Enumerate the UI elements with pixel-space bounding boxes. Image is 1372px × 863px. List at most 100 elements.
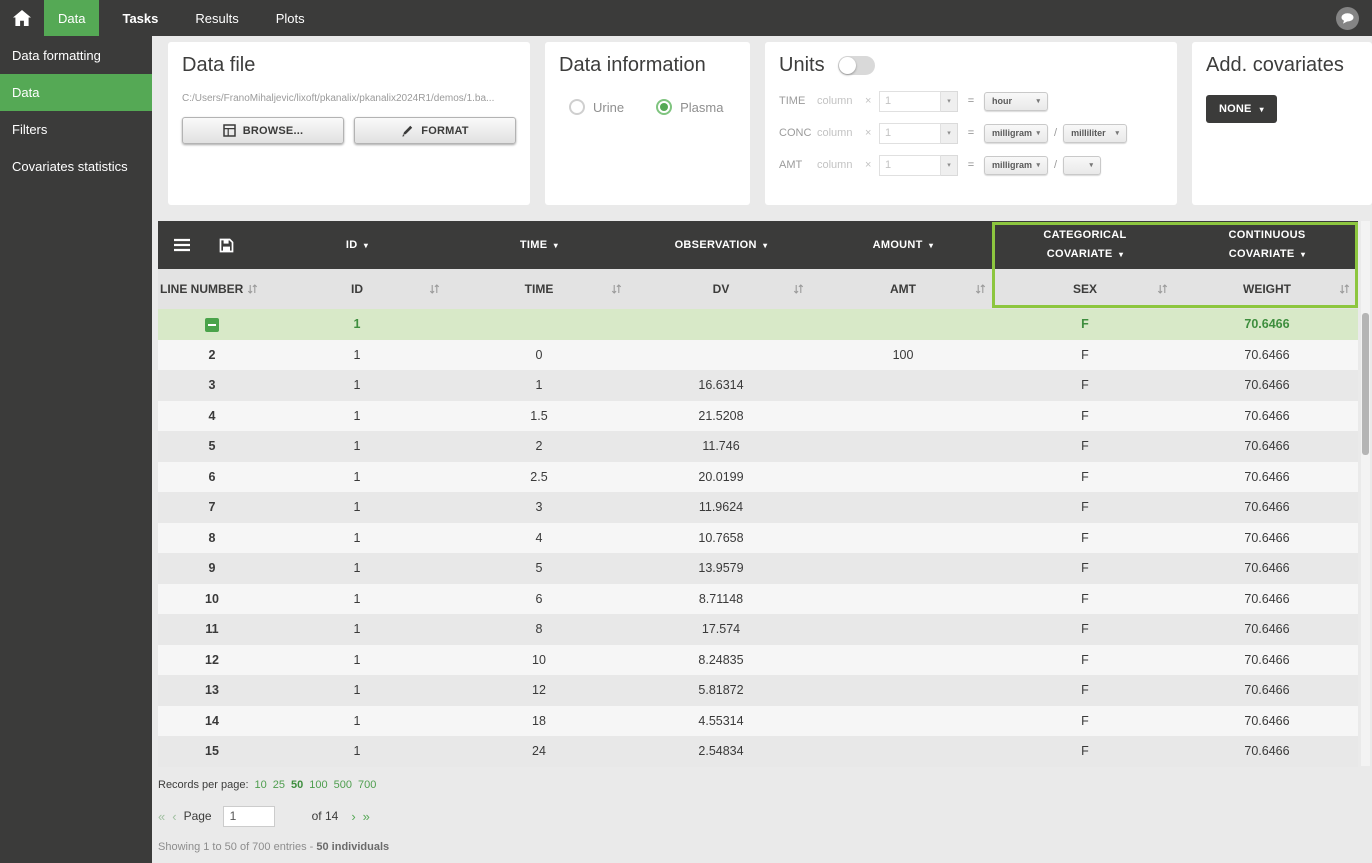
cell-sex: F (994, 348, 1176, 362)
page-size-700[interactable]: 700 (358, 779, 376, 791)
table-row[interactable]: 12 1 10 8.24835 F 70.6466 (158, 645, 1358, 676)
header-continuous-covariate-menu[interactable]: CONTINUOUSCOVARIATE ▾ (1176, 226, 1358, 263)
page-size-50[interactable]: 50 (291, 779, 303, 791)
cell-line-number: 8 (158, 531, 266, 545)
column-header-id[interactable]: ID (266, 282, 448, 296)
unit-select-dropdown[interactable]: milligram▾ (984, 124, 1048, 143)
format-button[interactable]: FORMAT (354, 117, 516, 144)
unit-select-dropdown[interactable]: milliliter▾ (1063, 124, 1127, 143)
cell-id: 1 (266, 714, 448, 728)
sort-icon[interactable] (247, 284, 258, 295)
covariates-select-label: NONE (1219, 103, 1252, 115)
unit-multiplier-dropdown[interactable]: ▾ (941, 123, 958, 144)
table-row[interactable]: 6 1 2.5 20.0199 F 70.6466 (158, 462, 1358, 493)
header-amount-menu[interactable]: AMOUNT ▾ (812, 236, 994, 255)
cell-dv: 17.574 (630, 622, 812, 636)
column-header-time[interactable]: TIME (448, 282, 630, 296)
cell-dv: 8.71148 (630, 592, 812, 606)
sidebar-item-data[interactable]: Data (0, 74, 152, 111)
cell-time: 2 (448, 439, 630, 453)
page-size-500[interactable]: 500 (334, 779, 352, 791)
unit-select-dropdown[interactable]: milligram▾ (984, 156, 1048, 175)
table-subheader-row: LINE NUMBERIDTIMEDV AMT SEX WEIGHT (158, 269, 1358, 309)
prev-page-button[interactable]: ‹ (172, 809, 176, 824)
page-size-100[interactable]: 100 (309, 779, 327, 791)
table-row[interactable]: 15 1 24 2.54834 F 70.6466 (158, 736, 1358, 767)
sidebar-item-filters[interactable]: Filters (0, 111, 152, 148)
table-row[interactable]: 9 1 5 13.9579 F 70.6466 (158, 553, 1358, 584)
table-row[interactable]: 1 F 70.6466 (158, 309, 1358, 340)
caret-down-icon: ▾ (1036, 161, 1040, 169)
column-header-amt[interactable]: AMT (812, 282, 994, 296)
browse-button[interactable]: BROWSE... (182, 117, 344, 144)
unit-label: CONC (779, 127, 817, 139)
unit-multiplier-dropdown[interactable]: ▾ (941, 155, 958, 176)
sidebar-item-covariates-statistics[interactable]: Covariates statistics (0, 148, 152, 185)
tab-data[interactable]: Data (44, 0, 99, 36)
page-size-10[interactable]: 10 (255, 779, 267, 791)
table-row[interactable]: 11 1 8 17.574 F 70.6466 (158, 614, 1358, 645)
feedback-button[interactable] (1336, 7, 1359, 30)
equals-sign: = (958, 127, 984, 139)
table-row[interactable]: 10 1 6 8.71148 F 70.6466 (158, 584, 1358, 615)
cell-time: 24 (448, 744, 630, 758)
scrollbar-thumb[interactable] (1362, 313, 1369, 455)
table-row[interactable]: 5 1 2 11.746 F 70.6466 (158, 431, 1358, 462)
column-header-label: AMT (890, 282, 916, 296)
tab-plots[interactable]: Plots (262, 0, 319, 36)
header-categorical-covariate-menu[interactable]: CATEGORICALCOVARIATE ▾ (994, 226, 1176, 263)
sort-icon[interactable] (793, 284, 804, 295)
unit-multiplier-input[interactable] (879, 91, 941, 112)
column-header-dv[interactable]: DV (630, 282, 812, 296)
home-button[interactable] (0, 0, 44, 36)
header-observation-menu[interactable]: OBSERVATION ▾ (630, 236, 812, 255)
caret-down-icon: ▾ (763, 241, 767, 250)
last-page-button[interactable]: » (363, 809, 370, 824)
unit-multiplier-input[interactable] (879, 123, 941, 144)
unit-multiplier-dropdown[interactable]: ▾ (941, 91, 958, 112)
table-row[interactable]: 4 1 1.5 21.5208 F 70.6466 (158, 401, 1358, 432)
first-page-button[interactable]: « (158, 809, 165, 824)
page-number-input[interactable] (223, 806, 275, 827)
radio-urine[interactable]: Urine (569, 99, 624, 115)
table-row[interactable]: 2 1 0 100 F 70.6466 (158, 340, 1358, 371)
menu-icon[interactable] (173, 238, 191, 252)
table-row[interactable]: 13 1 12 5.81872 F 70.6466 (158, 675, 1358, 706)
header-id-menu[interactable]: ID ▾ (266, 236, 448, 255)
next-page-button[interactable]: › (351, 809, 355, 824)
home-icon (13, 10, 31, 26)
units-rows: TIMEcolumn×▾=hour▾CONCcolumn×▾=milligram… (779, 89, 1163, 177)
equals-sign: = (958, 95, 984, 107)
table-row[interactable]: 3 1 1 16.6314 F 70.6466 (158, 370, 1358, 401)
save-icon[interactable] (219, 238, 234, 253)
table-row[interactable]: 7 1 3 11.9624 F 70.6466 (158, 492, 1358, 523)
covariates-select-button[interactable]: NONE ▾ (1206, 95, 1277, 123)
column-header-weight[interactable]: WEIGHT (1176, 282, 1358, 296)
table-scrollbar[interactable] (1361, 221, 1370, 766)
header-time-menu[interactable]: TIME ▾ (448, 236, 630, 255)
column-header-label: WEIGHT (1243, 282, 1291, 296)
cell-sex: F (994, 439, 1176, 453)
radio-plasma[interactable]: Plasma (656, 99, 723, 115)
unit-multiplier-input[interactable] (879, 155, 941, 176)
cell-line-number: 5 (158, 439, 266, 453)
table-row[interactable]: 8 1 4 10.7658 F 70.6466 (158, 523, 1358, 554)
unit-select-dropdown[interactable]: hour▾ (984, 92, 1048, 111)
tab-tasks[interactable]: Tasks (108, 0, 172, 36)
records-per-page-label: Records per page: (158, 779, 249, 791)
collapse-row-icon[interactable] (205, 318, 219, 332)
sort-icon[interactable] (429, 284, 440, 295)
sort-icon[interactable] (611, 284, 622, 295)
sidebar-item-data-formatting[interactable]: Data formatting (0, 37, 152, 74)
units-toggle[interactable] (838, 56, 875, 75)
tab-results[interactable]: Results (181, 0, 252, 36)
sort-icon[interactable] (1339, 284, 1350, 295)
table-row[interactable]: 14 1 18 4.55314 F 70.6466 (158, 706, 1358, 737)
page-size-25[interactable]: 25 (273, 779, 285, 791)
sort-icon[interactable] (975, 284, 986, 295)
unit-select-dropdown[interactable]: ▾ (1063, 156, 1101, 175)
column-header-sex[interactable]: SEX (994, 282, 1176, 296)
cell-weight: 70.6466 (1176, 317, 1358, 331)
column-header-line-number[interactable]: LINE NUMBER (158, 282, 266, 296)
sort-icon[interactable] (1157, 284, 1168, 295)
